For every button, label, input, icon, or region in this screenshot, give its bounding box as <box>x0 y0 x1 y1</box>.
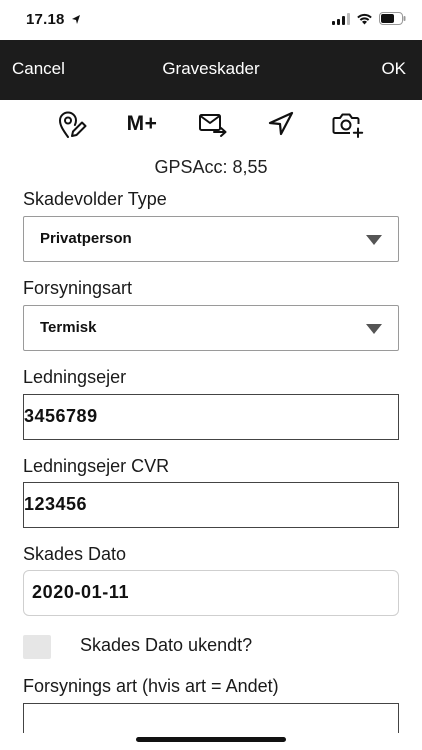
skadevolder-type-value: Privatperson <box>40 230 132 247</box>
status-bar: 17.18 <box>0 0 422 40</box>
cancel-button[interactable]: Cancel <box>12 59 65 79</box>
skadevolder-type-select[interactable]: Privatperson <box>23 216 399 262</box>
wifi-icon <box>357 13 372 24</box>
toolbar: M+ <box>0 104 422 144</box>
navigation-arrow-icon <box>268 111 294 136</box>
navigation-bar: Cancel Graveskader OK <box>0 40 422 100</box>
gps-accuracy: GPSAcc: 8,55 <box>154 157 268 177</box>
forsyningsart-label: Forsyningsart <box>23 278 133 298</box>
status-time: 17.18 <box>26 11 65 28</box>
forsynings-art-andet-field[interactable] <box>23 703 399 733</box>
ok-button[interactable]: OK <box>381 59 406 79</box>
dropdown-arrow-icon <box>366 235 382 245</box>
forsynings-art-andet-label: Forsynings art (hvis art = Andet) <box>23 676 279 696</box>
ledningsejer-field[interactable]: 3456789 <box>23 394 399 440</box>
edit-location-button[interactable] <box>54 108 90 140</box>
ledningsejer-label: Ledningsejer <box>23 367 127 387</box>
skades-dato-ukendt-label: Skades Dato ukendt? <box>80 635 253 655</box>
battery-icon <box>379 12 406 25</box>
ledningsejer-value: 3456789 <box>24 406 98 426</box>
home-indicator[interactable] <box>136 737 286 742</box>
add-photo-camera-icon <box>332 113 364 138</box>
ledningsejer-cvr-value: 123456 <box>24 494 88 514</box>
send-mail-button[interactable] <box>195 108 231 140</box>
memory-plus-label: M+ <box>126 112 158 135</box>
send-mail-icon <box>199 114 227 137</box>
skades-dato-label: Skades Dato <box>23 544 127 564</box>
skades-dato-field[interactable]: 2020-01-11 <box>23 570 399 616</box>
forsyningsart-select[interactable]: Termisk <box>23 305 399 351</box>
location-arrow-icon <box>72 15 80 24</box>
dropdown-arrow-icon <box>366 324 382 334</box>
forsyningsart-value: Termisk <box>40 319 97 336</box>
skades-dato-ukendt-checkbox[interactable] <box>23 635 51 659</box>
ledningsejer-cvr-field[interactable]: 123456 <box>23 482 399 528</box>
skades-dato-value: 2020-01-11 <box>32 582 130 602</box>
ledningsejer-cvr-label: Ledningsejer CVR <box>23 456 170 476</box>
add-photo-button[interactable] <box>329 108 365 140</box>
cellular-signal-icon <box>332 12 350 25</box>
navigate-button[interactable] <box>263 108 299 140</box>
edit-location-pin-icon <box>58 111 87 138</box>
skadevolder-type-label: Skadevolder Type <box>23 189 167 209</box>
memory-plus-button[interactable]: M+ <box>124 108 160 140</box>
